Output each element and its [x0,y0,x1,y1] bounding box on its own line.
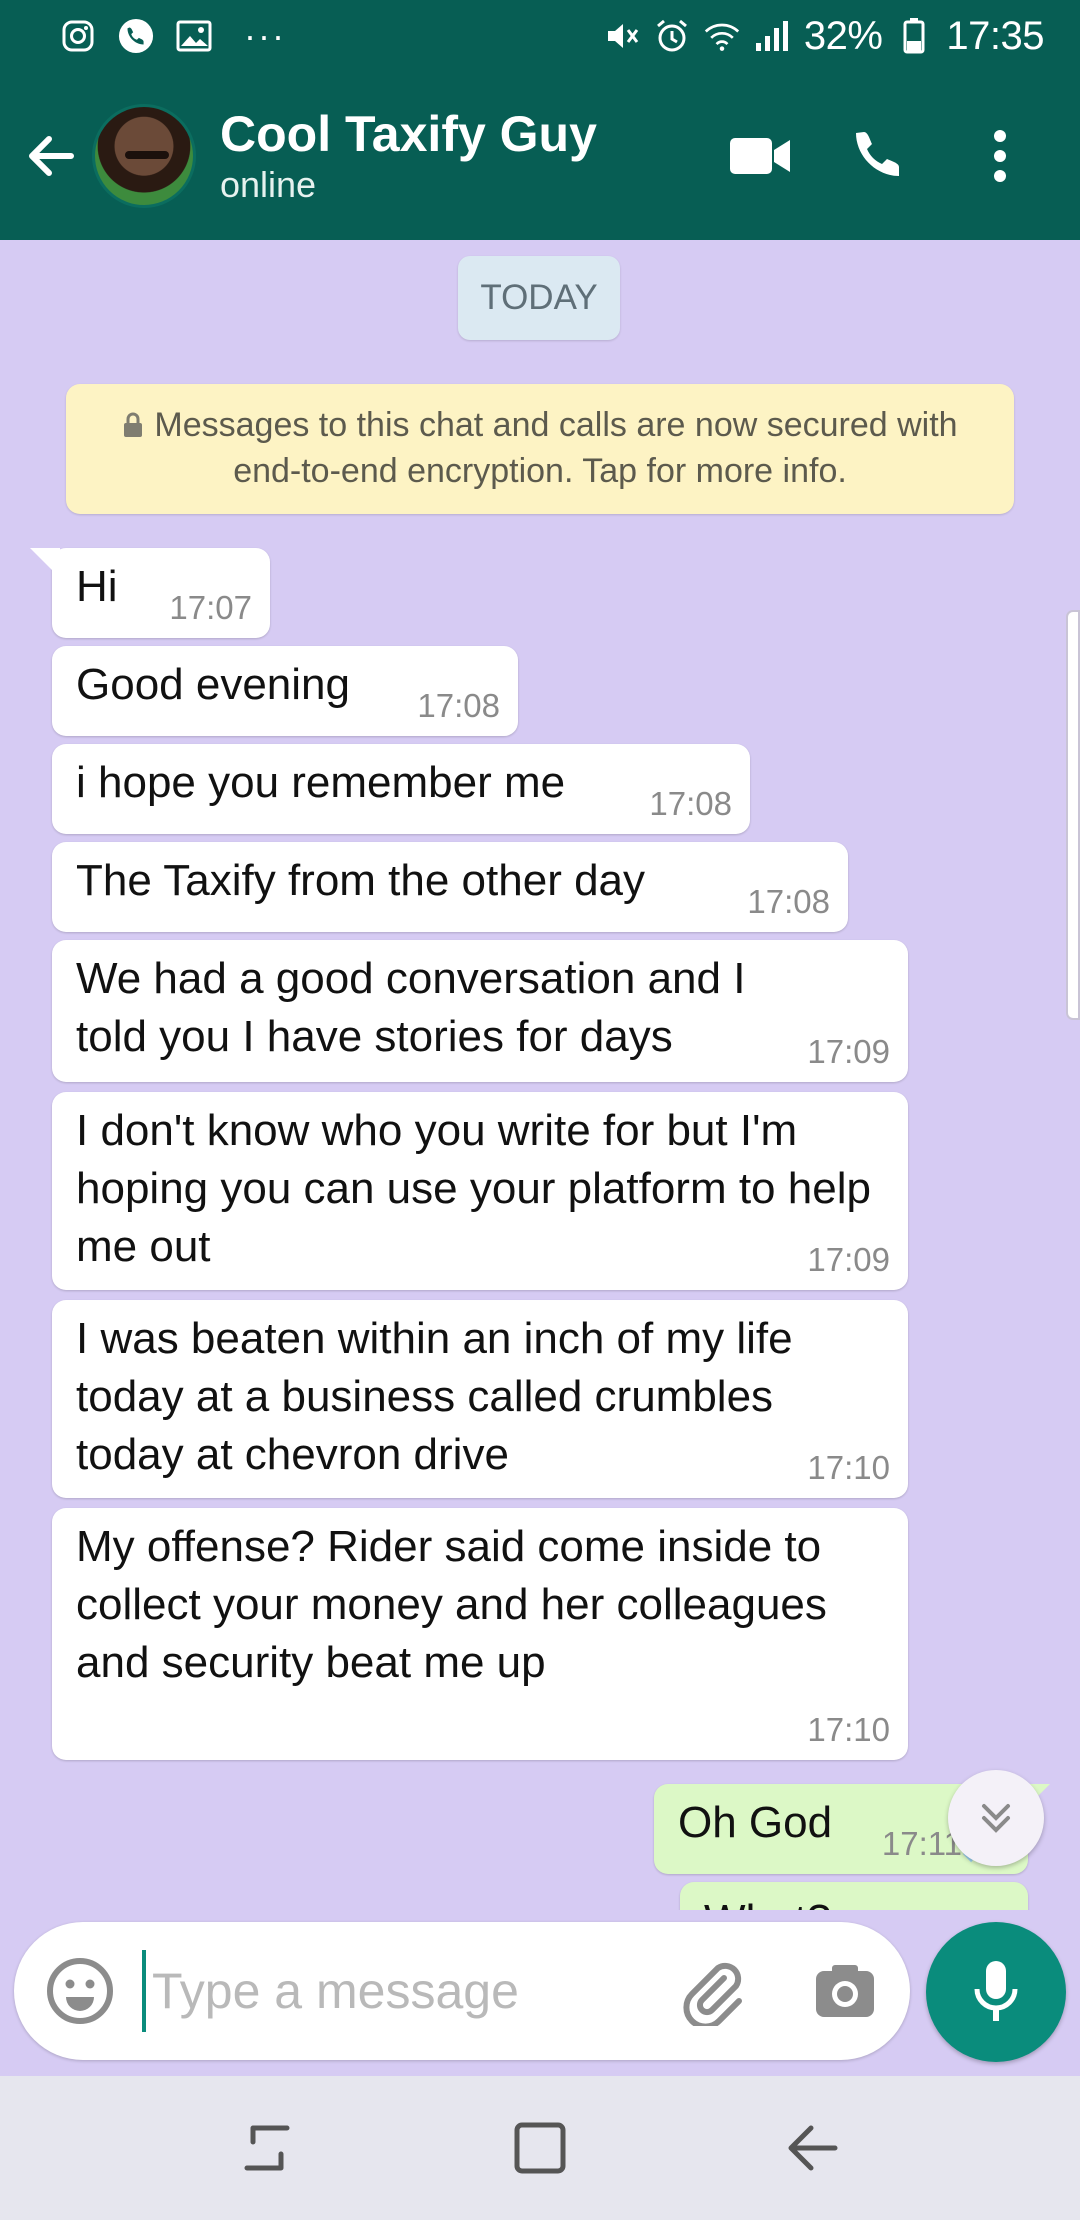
recents-icon [244,2125,290,2171]
system-nav-bar [0,2076,1080,2220]
contact-status: online [220,164,317,205]
message-text: What? [704,1892,831,1910]
message-text: Good evening [76,660,350,709]
message-time: 17:10 [807,1711,890,1748]
message-text: i hope you remember me [76,758,566,807]
message-text: Hi [76,562,118,611]
emoji-icon [47,1958,113,2024]
voice-call-button[interactable] [840,116,920,196]
home-button[interactable] [495,2103,585,2193]
message-text: We had a good conversation and I told yo… [76,954,746,1061]
back-arrow-icon [29,136,74,176]
encryption-notice-text: Messages to this chat and calls are now … [154,406,958,490]
chevron-double-down-icon [982,1804,1010,1833]
message-time: 17:07 [169,589,252,626]
message-text: I don't know who you write for but I'm h… [76,1106,871,1271]
avatar[interactable] [92,104,196,208]
nav-back-icon [788,2125,838,2171]
message-time: 17:09 [807,1033,890,1070]
scrollbar[interactable] [1066,610,1080,1020]
contact-info[interactable]: Cool Taxify Guy online [220,105,597,207]
emoji-button[interactable] [44,1955,116,2027]
battery-icon [896,18,932,54]
mute-icon [604,18,640,54]
voice-call-icon [856,132,899,176]
message-bubble[interactable]: The Taxify from the other day 17:08 [52,842,848,932]
message-text: Oh God [678,1798,833,1847]
message-bubble-outgoing[interactable]: What? [680,1882,1028,1910]
message-bubble[interactable]: Good evening 17:08 [52,646,518,736]
message-time: 17:09 [807,1241,890,1278]
lock-icon [124,412,143,437]
alarm-icon [654,18,690,54]
video-call-icon [730,138,790,174]
battery-percent: 32% [803,13,883,58]
contact-name: Cool Taxify Guy [220,106,597,162]
message-time: 17:10 [807,1449,890,1486]
chat-area[interactable]: TODAY Messages to this chat and calls ar… [0,240,1080,1910]
more-notifications: ··· [244,15,286,56]
message-time: 17:08 [747,883,830,920]
message-time: 17:08 [417,687,500,724]
wifi-icon [704,18,740,54]
message-bubble[interactable]: I was beaten within an inch of my life t… [52,1300,908,1498]
bubble-tail [30,548,60,578]
scroll-to-bottom-button[interactable] [948,1770,1044,1866]
message-composer [14,1922,910,2060]
clock: 17:35 [946,13,1044,58]
message-text: My offense? Rider said come inside to co… [76,1522,827,1687]
more-vert-icon [994,130,1006,182]
message-bubble[interactable]: i hope you remember me 17:08 [52,744,750,834]
back-button[interactable] [10,116,90,196]
message-time: 17:08 [649,785,732,822]
chat-header: Cool Taxify Guy online [0,72,1080,240]
message-text: I was beaten within an inch of my life t… [76,1314,793,1479]
recents-button[interactable] [222,2103,312,2193]
paperclip-icon [683,1962,742,2026]
message-text: The Taxify from the other day [76,856,646,905]
message-bubble[interactable]: Hi 17:07 [30,548,270,638]
mic-icon [974,1961,1018,2021]
video-call-button[interactable] [720,116,800,196]
nav-back-button[interactable] [768,2103,858,2193]
message-bubble[interactable]: I don't know who you write for but I'm h… [52,1092,908,1290]
home-icon [514,2122,566,2174]
instagram-icon [60,18,96,54]
signal-icon [754,18,790,54]
message-bubble[interactable]: We had a good conversation and I told yo… [52,940,908,1082]
status-bar: ··· 32% 17:35 [0,0,1080,72]
message-input[interactable] [142,1950,642,2032]
phone-status-icon [118,18,154,54]
encryption-notice[interactable]: Messages to this chat and calls are now … [66,384,1014,514]
more-options-button[interactable] [960,116,1040,196]
day-separator: TODAY [458,256,620,340]
camera-icon [816,1965,874,2017]
voice-record-button[interactable] [926,1922,1066,2062]
message-bubble[interactable]: My offense? Rider said come inside to co… [52,1508,908,1760]
attach-button[interactable] [674,1952,752,2030]
camera-button[interactable] [806,1952,884,2030]
gallery-icon [176,18,212,54]
